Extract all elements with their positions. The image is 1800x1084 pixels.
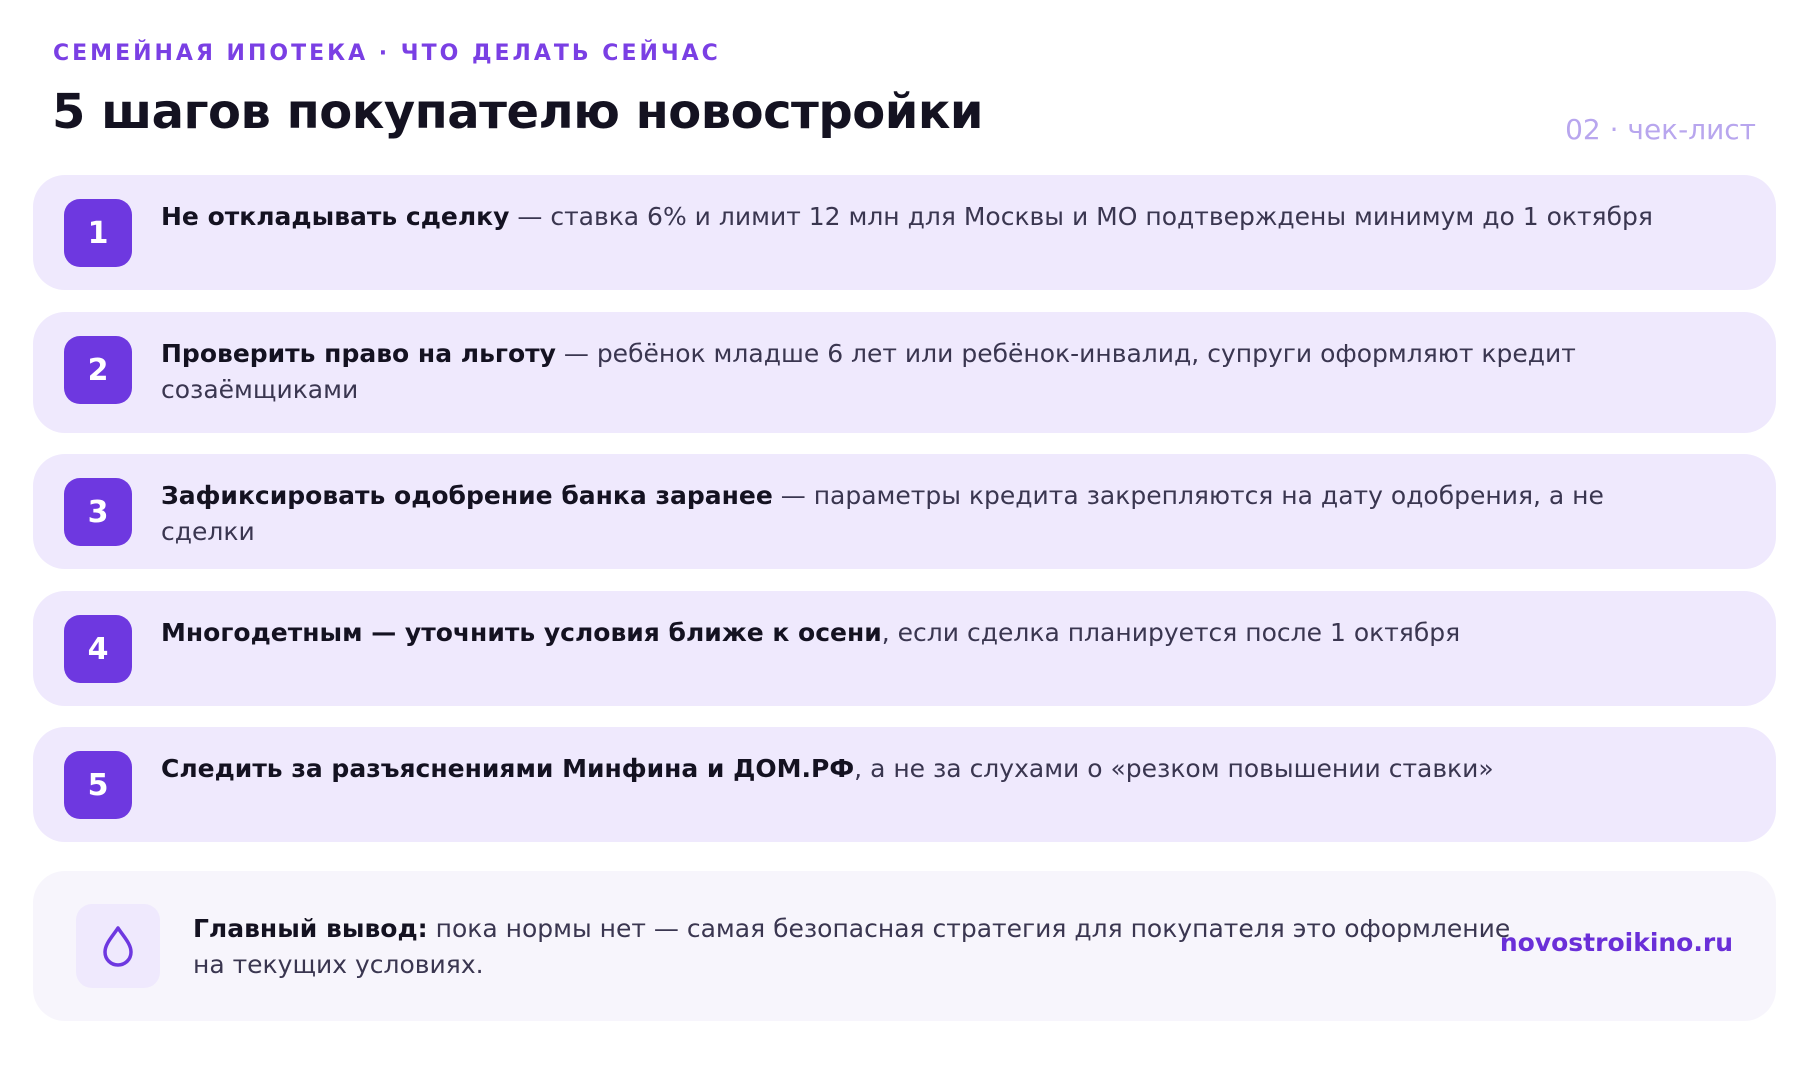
step-detail: — ставка 6% и лимит 12 млн для Москвы и … bbox=[509, 202, 1653, 231]
summary-lead: Главный вывод: bbox=[193, 914, 428, 943]
page-tag: 02 · чек-лист bbox=[1565, 113, 1756, 146]
step-card-1: 1 Не откладывать сделку — ставка 6% и ли… bbox=[33, 175, 1776, 290]
step-card-2: 2 Проверить право на льготу — ребёнок мл… bbox=[33, 312, 1776, 433]
site-link[interactable]: novostroikino.ru bbox=[1500, 928, 1733, 957]
step-text: Не откладывать сделку — ставка 6% и лими… bbox=[161, 199, 1666, 235]
step-detail: , если сделка планируется после 1 октябр… bbox=[881, 618, 1461, 647]
step-number-badge: 2 bbox=[64, 336, 132, 404]
summary-card: Главный вывод: пока нормы нет — самая бе… bbox=[33, 871, 1776, 1021]
summary-text: Главный вывод: пока нормы нет — самая бе… bbox=[193, 911, 1523, 983]
step-lead: Проверить право на льготу bbox=[161, 339, 556, 368]
checklist-page: СЕМЕЙНАЯ ИПОТЕКА · ЧТО ДЕЛАТЬ СЕЙЧАС 5 ш… bbox=[0, 0, 1800, 1084]
section-kicker: СЕМЕЙНАЯ ИПОТЕКА · ЧТО ДЕЛАТЬ СЕЙЧАС bbox=[53, 41, 721, 66]
step-text: Следить за разъяснениями Минфина и ДОМ.Р… bbox=[161, 751, 1666, 787]
step-lead: Зафиксировать одобрение банка заранее bbox=[161, 481, 773, 510]
step-lead: Многодетным — уточнить условия ближе к о… bbox=[161, 618, 882, 647]
step-number-badge: 1 bbox=[64, 199, 132, 267]
step-number-badge: 4 bbox=[64, 615, 132, 683]
step-lead: Не откладывать сделку bbox=[161, 202, 510, 231]
step-text: Проверить право на льготу — ребёнок млад… bbox=[161, 336, 1666, 408]
step-number-badge: 5 bbox=[64, 751, 132, 819]
step-lead: Следить за разъяснениями Минфина и ДОМ.Р… bbox=[161, 754, 855, 783]
step-detail: , а не за слухами о «резком повышении ст… bbox=[854, 754, 1494, 783]
step-card-3: 3 Зафиксировать одобрение банка заранее … bbox=[33, 454, 1776, 569]
step-card-5: 5 Следить за разъяснениями Минфина и ДОМ… bbox=[33, 727, 1776, 842]
page-title: 5 шагов покупателю новостройки bbox=[52, 84, 984, 140]
step-text: Многодетным — уточнить условия ближе к о… bbox=[161, 615, 1666, 651]
step-card-4: 4 Многодетным — уточнить условия ближе к… bbox=[33, 591, 1776, 706]
drop-icon bbox=[76, 904, 160, 988]
step-text: Зафиксировать одобрение банка заранее — … bbox=[161, 478, 1666, 550]
step-number-badge: 3 bbox=[64, 478, 132, 546]
